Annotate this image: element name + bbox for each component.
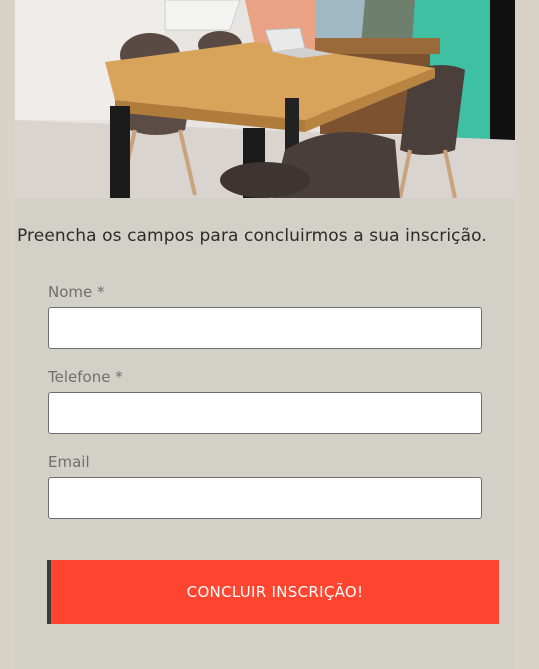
name-input[interactable]	[48, 307, 482, 349]
email-input[interactable]	[48, 477, 482, 519]
signup-card: Preencha os campos para concluirmos a su…	[15, 0, 515, 669]
phone-field: Telefone *	[48, 368, 482, 434]
phone-input[interactable]	[48, 392, 482, 434]
form-intro-text: Preencha os campos para concluirmos a su…	[17, 226, 487, 246]
email-label: Email	[48, 453, 90, 471]
office-photo	[15, 0, 515, 198]
name-label: Nome *	[48, 283, 105, 301]
email-field: Email	[48, 453, 482, 519]
phone-label: Telefone *	[48, 368, 123, 386]
submit-button[interactable]: CONCLUIR INSCRIÇÃO!	[47, 560, 499, 624]
name-field: Nome *	[48, 283, 482, 349]
page: Preencha os campos para concluirmos a su…	[0, 0, 539, 669]
